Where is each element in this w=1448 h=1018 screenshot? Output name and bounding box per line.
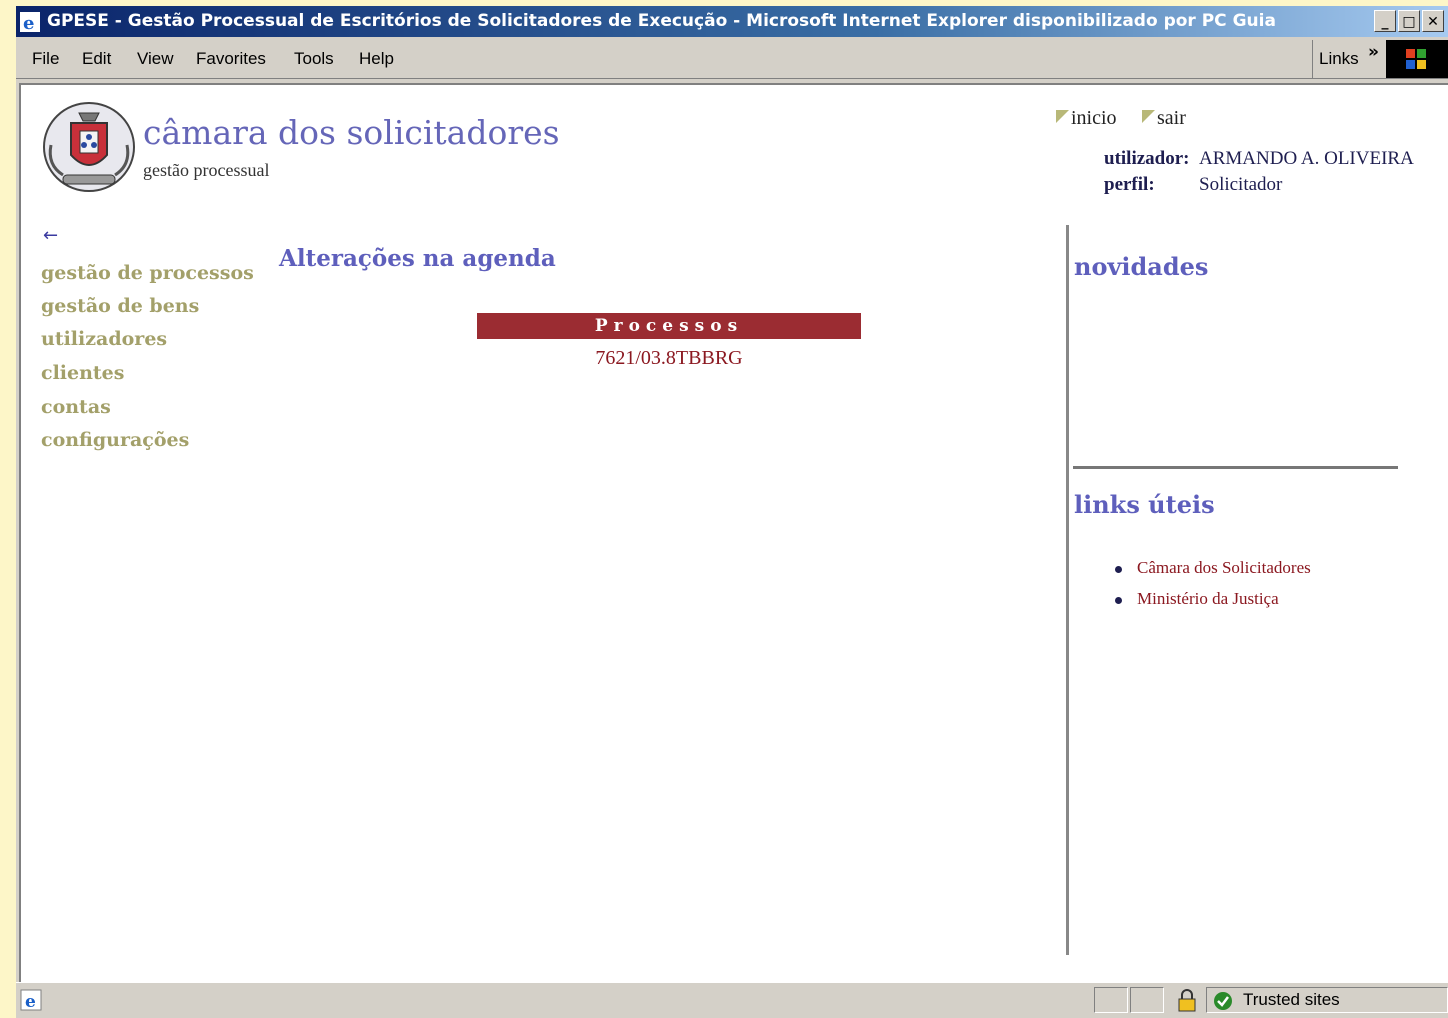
- link-ministerio-justica[interactable]: Ministério da Justiça: [1115, 589, 1279, 609]
- profile-label: perfil:: [1104, 174, 1155, 195]
- site-title: câmara dos solicitadores: [143, 113, 560, 152]
- zone-label: Trusted sites: [1243, 990, 1340, 1009]
- menu-file[interactable]: File: [32, 49, 59, 69]
- links-chevron-icon[interactable]: »: [1368, 42, 1379, 62]
- svg-text:e: e: [23, 13, 34, 32]
- lock-icon: [1178, 989, 1196, 1012]
- link-marker-icon: [1056, 110, 1069, 123]
- status-bar: e Trusted sites: [16, 982, 1448, 1018]
- maximize-button[interactable]: □: [1398, 10, 1420, 32]
- links-uteis-heading: links úteis: [1074, 490, 1215, 519]
- window-title: GPESE - Gestão Processual de Escritórios…: [47, 11, 1276, 31]
- menu-view[interactable]: View: [137, 49, 174, 69]
- page-icon: e: [20, 989, 42, 1011]
- novidades-heading: novidades: [1074, 252, 1209, 281]
- nav-contas[interactable]: contas: [41, 396, 111, 418]
- profile-value: Solicitador: [1199, 174, 1283, 195]
- nav-configuracoes[interactable]: configurações: [41, 429, 189, 451]
- link-marker-icon: [1142, 110, 1155, 123]
- nav-gestao-bens[interactable]: gestão de bens: [41, 295, 199, 317]
- vertical-divider: [1066, 225, 1069, 955]
- coat-of-arms-logo: [43, 102, 135, 192]
- process-link[interactable]: 7621/03.8TBBRG: [477, 347, 861, 370]
- horizontal-divider: [1073, 466, 1398, 469]
- processos-table-header: Processos: [477, 313, 861, 339]
- page-content: câmara dos solicitadores gestão processu…: [19, 83, 1448, 984]
- site-subtitle: gestão processual: [143, 160, 270, 180]
- nav-clientes[interactable]: clientes: [41, 362, 124, 384]
- bullet-icon: [1115, 596, 1122, 604]
- user-label: utilizador:: [1104, 148, 1190, 169]
- menu-favorites[interactable]: Favorites: [196, 49, 266, 69]
- sair-link[interactable]: sair: [1142, 107, 1186, 130]
- bullet-icon: [1115, 565, 1122, 573]
- links-toolbar[interactable]: Links: [1312, 40, 1359, 78]
- minimize-button[interactable]: _: [1374, 10, 1396, 32]
- user-value: ARMANDO A. OLIVEIRA: [1199, 148, 1414, 169]
- page-title: Alterações na agenda: [279, 245, 556, 272]
- menu-help[interactable]: Help: [359, 49, 394, 69]
- close-button[interactable]: ✕: [1422, 10, 1444, 32]
- windows-logo-icon: [1386, 40, 1448, 78]
- back-arrow-icon[interactable]: ←: [43, 225, 58, 246]
- status-pane: [1130, 987, 1164, 1013]
- menu-edit[interactable]: Edit: [82, 49, 111, 69]
- status-pane: [1094, 987, 1128, 1013]
- link-camara-solicitadores[interactable]: Câmara dos Solicitadores: [1115, 558, 1311, 578]
- nav-utilizadores[interactable]: utilizadores: [41, 328, 167, 350]
- trusted-check-icon: [1214, 992, 1232, 1010]
- svg-text:e: e: [25, 992, 36, 1011]
- menu-tools[interactable]: Tools: [294, 49, 334, 69]
- inicio-link[interactable]: inicio: [1056, 107, 1117, 130]
- browser-window: e GPESE - Gestão Processual de Escritóri…: [16, 6, 1448, 1018]
- ie-logo-icon: e: [20, 12, 40, 32]
- menu-bar: File Edit View Favorites Tools Help Link…: [16, 40, 1448, 79]
- nav-gestao-processos[interactable]: gestão de processos: [41, 262, 254, 284]
- title-bar[interactable]: e GPESE - Gestão Processual de Escritóri…: [16, 6, 1448, 37]
